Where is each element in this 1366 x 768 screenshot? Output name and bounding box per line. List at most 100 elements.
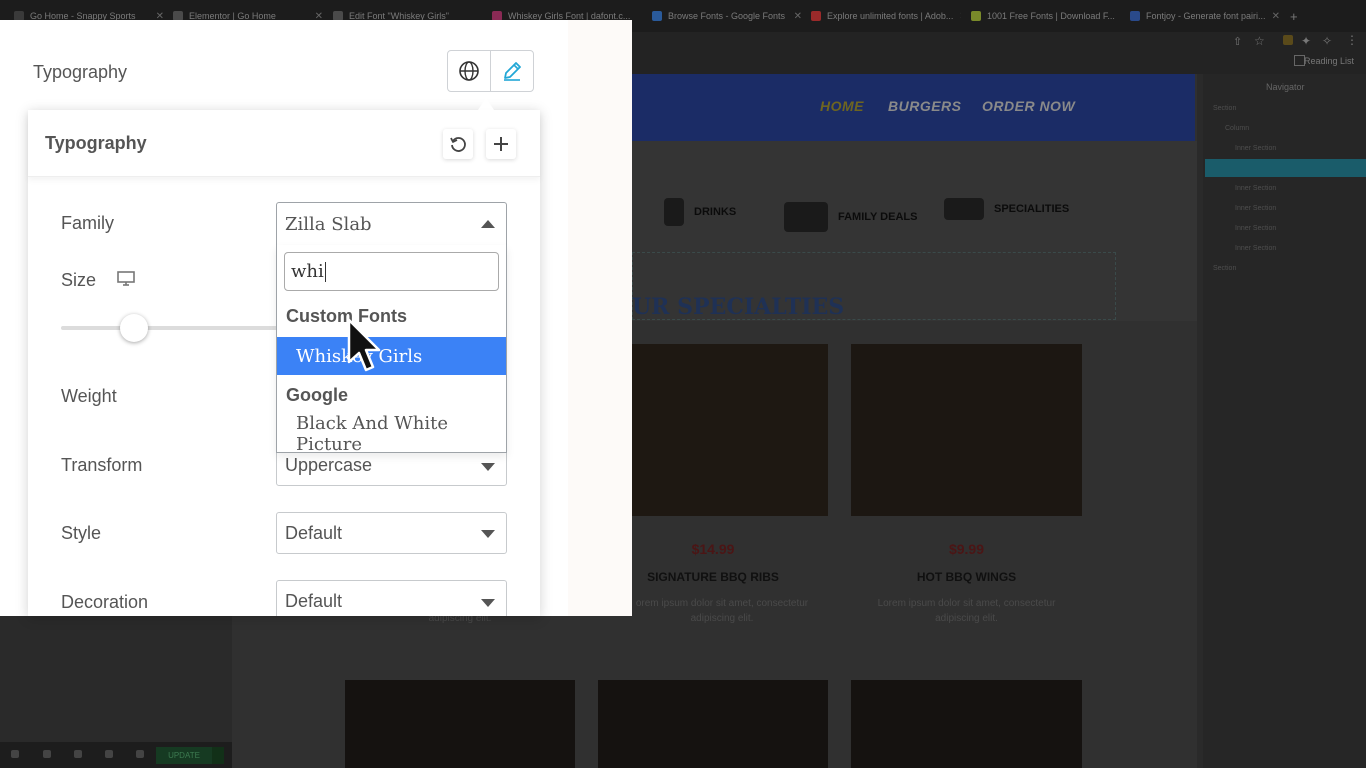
tab-favicon-icon bbox=[652, 11, 662, 21]
navigator-item[interactable]: Inner Section bbox=[1205, 139, 1366, 157]
category-label: SPECIALITIES bbox=[994, 203, 1070, 215]
category-drinks[interactable]: DRINKS bbox=[664, 198, 736, 226]
desktop-icon[interactable] bbox=[117, 271, 135, 287]
puzzle-icon[interactable]: ✦ bbox=[1301, 34, 1311, 48]
typography-control-label: Typography bbox=[33, 62, 128, 82]
option-label: Black And White Picture bbox=[296, 413, 448, 455]
close-icon[interactable]: ✕ bbox=[1272, 11, 1280, 22]
text-caret bbox=[324, 261, 326, 282]
share-icon[interactable]: ⇧ bbox=[1233, 35, 1242, 48]
menu-icon[interactable]: ⋮ bbox=[1346, 33, 1358, 47]
pencil-icon bbox=[504, 62, 521, 81]
responsive-icon[interactable] bbox=[105, 750, 113, 758]
description-line: adipiscing elit. bbox=[935, 613, 998, 624]
size-label: Size bbox=[61, 270, 97, 290]
edit-typography-button[interactable] bbox=[490, 50, 534, 92]
navigator-item[interactable]: Inner Section bbox=[1205, 199, 1366, 217]
category-family-deals[interactable]: FAMILY DEALS bbox=[784, 202, 917, 232]
decoration-select[interactable]: Default bbox=[276, 580, 507, 616]
navigator-item-label: Inner Section bbox=[1235, 204, 1277, 212]
global-fonts-button[interactable] bbox=[447, 50, 491, 92]
browser-tab[interactable]: Fontjoy - Generate font pairi... ✕ bbox=[1130, 6, 1280, 26]
navigator-item[interactable]: Section bbox=[1205, 99, 1366, 117]
nav-burgers[interactable]: BURGERS bbox=[888, 98, 962, 114]
panel-edge bbox=[568, 20, 632, 616]
size-slider-handle[interactable] bbox=[120, 314, 148, 342]
category-label: DRINKS bbox=[694, 206, 737, 218]
reset-icon bbox=[450, 137, 466, 152]
tab-title: 1001 Free Fonts | Download F... bbox=[987, 11, 1115, 21]
tab-title: Browse Fonts - Google Fonts bbox=[668, 11, 786, 21]
caret-up-icon bbox=[481, 220, 495, 228]
transform-label: Transform bbox=[61, 455, 143, 475]
browser-tab[interactable]: Explore unlimited fonts | Adob... ✕ bbox=[811, 6, 961, 26]
style-label: Style bbox=[61, 523, 102, 543]
history-icon[interactable] bbox=[74, 750, 82, 758]
globe-icon bbox=[459, 61, 479, 81]
new-tab-plus-icon[interactable]: + bbox=[1290, 6, 1302, 26]
update-button[interactable]: UPDATE bbox=[156, 747, 212, 764]
navigator-title: Navigator bbox=[1266, 82, 1305, 92]
navigator-item-label: Section bbox=[1213, 104, 1237, 112]
nav-order-now[interactable]: ORDER NOW bbox=[982, 98, 1075, 114]
item-name: HOT BBQ WINGS bbox=[916, 570, 1017, 584]
steak-photo bbox=[851, 680, 1082, 768]
preview-icon[interactable] bbox=[136, 750, 144, 758]
caret-down-icon bbox=[481, 599, 495, 607]
navigator-item[interactable]: Section bbox=[1205, 259, 1366, 277]
decoration-value: Default bbox=[285, 591, 343, 611]
description-line: Lorem ipsum dolor sit amet, consectetur bbox=[877, 598, 1056, 609]
family-label: Family bbox=[61, 213, 114, 233]
navigator-item[interactable]: Inner Section bbox=[1205, 219, 1366, 237]
sandwich-photo bbox=[632, 344, 828, 516]
navigator-item[interactable]: Inner Section bbox=[1205, 239, 1366, 257]
nav-home[interactable]: HOME bbox=[820, 98, 864, 114]
tab-favicon-icon bbox=[971, 11, 981, 21]
weight-label: Weight bbox=[61, 386, 117, 406]
navigator-item-selected[interactable] bbox=[1205, 159, 1366, 177]
wings-photo bbox=[851, 344, 1082, 516]
layers-icon[interactable] bbox=[43, 750, 51, 758]
style-select[interactable]: Default bbox=[276, 512, 507, 554]
pizza-icon bbox=[944, 198, 984, 220]
item-description: Lorem ipsum dolor sit amet, consectetur a… bbox=[851, 596, 1082, 626]
add-button[interactable] bbox=[486, 129, 516, 159]
navigator-item-label: Inner Section bbox=[1235, 144, 1277, 152]
extension-icon[interactable]: ✧ bbox=[1322, 34, 1332, 48]
size-slider-track[interactable] bbox=[61, 326, 291, 330]
tab-title: Fontjoy - Generate font pairi... bbox=[1146, 11, 1266, 21]
mouse-pointer-icon bbox=[347, 318, 381, 372]
navigator-item[interactable]: Column bbox=[1205, 119, 1366, 137]
navigator-item[interactable]: Inner Section bbox=[1205, 179, 1366, 197]
chicken-photo bbox=[345, 680, 575, 768]
reading-list[interactable]: Reading List bbox=[1304, 56, 1354, 66]
update-options-button[interactable] bbox=[212, 747, 224, 764]
settings-icon[interactable] bbox=[11, 750, 19, 758]
font-search-input[interactable]: whi bbox=[284, 252, 499, 291]
star-icon[interactable]: ☆ bbox=[1254, 34, 1265, 48]
item-description: orem ipsum dolor sit amet, consectetur ad… bbox=[632, 596, 812, 626]
transform-value: Uppercase bbox=[285, 454, 373, 475]
font-family-select[interactable]: Zilla Slab bbox=[276, 202, 507, 246]
burger-photo bbox=[598, 680, 828, 768]
tab-favicon-icon bbox=[1130, 11, 1140, 21]
dropdown-option-black-and-white-picture[interactable]: Black And White Picture bbox=[277, 413, 506, 455]
category-label: FAMILY DEALS bbox=[838, 211, 918, 223]
extension-icon[interactable] bbox=[1283, 35, 1293, 45]
ribs-icon bbox=[784, 202, 828, 232]
search-value: whi bbox=[291, 261, 324, 282]
dropdown-option-whiskey-girls[interactable]: Whiskey Girls bbox=[277, 337, 506, 375]
dropdown-group-google: Google bbox=[286, 385, 348, 405]
style-value: Default bbox=[285, 522, 343, 543]
browser-tab[interactable]: 1001 Free Fonts | Download F...✕ bbox=[971, 6, 1121, 26]
navigator-item-label: Inner Section bbox=[1235, 224, 1277, 232]
description-line: orem ipsum dolor sit amet, consectetur bbox=[635, 598, 809, 609]
close-icon[interactable]: ✕ bbox=[959, 11, 961, 22]
browser-tab[interactable]: Browse Fonts - Google Fonts ✕ bbox=[652, 6, 802, 26]
close-icon[interactable]: ✕ bbox=[794, 11, 802, 22]
navigator-item-label: Inner Section bbox=[1235, 244, 1277, 252]
reset-button[interactable] bbox=[443, 129, 473, 159]
item-price: $14.99 bbox=[691, 541, 735, 557]
navigator-item-label: Section bbox=[1213, 264, 1237, 272]
category-specialities[interactable]: SPECIALITIES bbox=[944, 198, 1069, 220]
